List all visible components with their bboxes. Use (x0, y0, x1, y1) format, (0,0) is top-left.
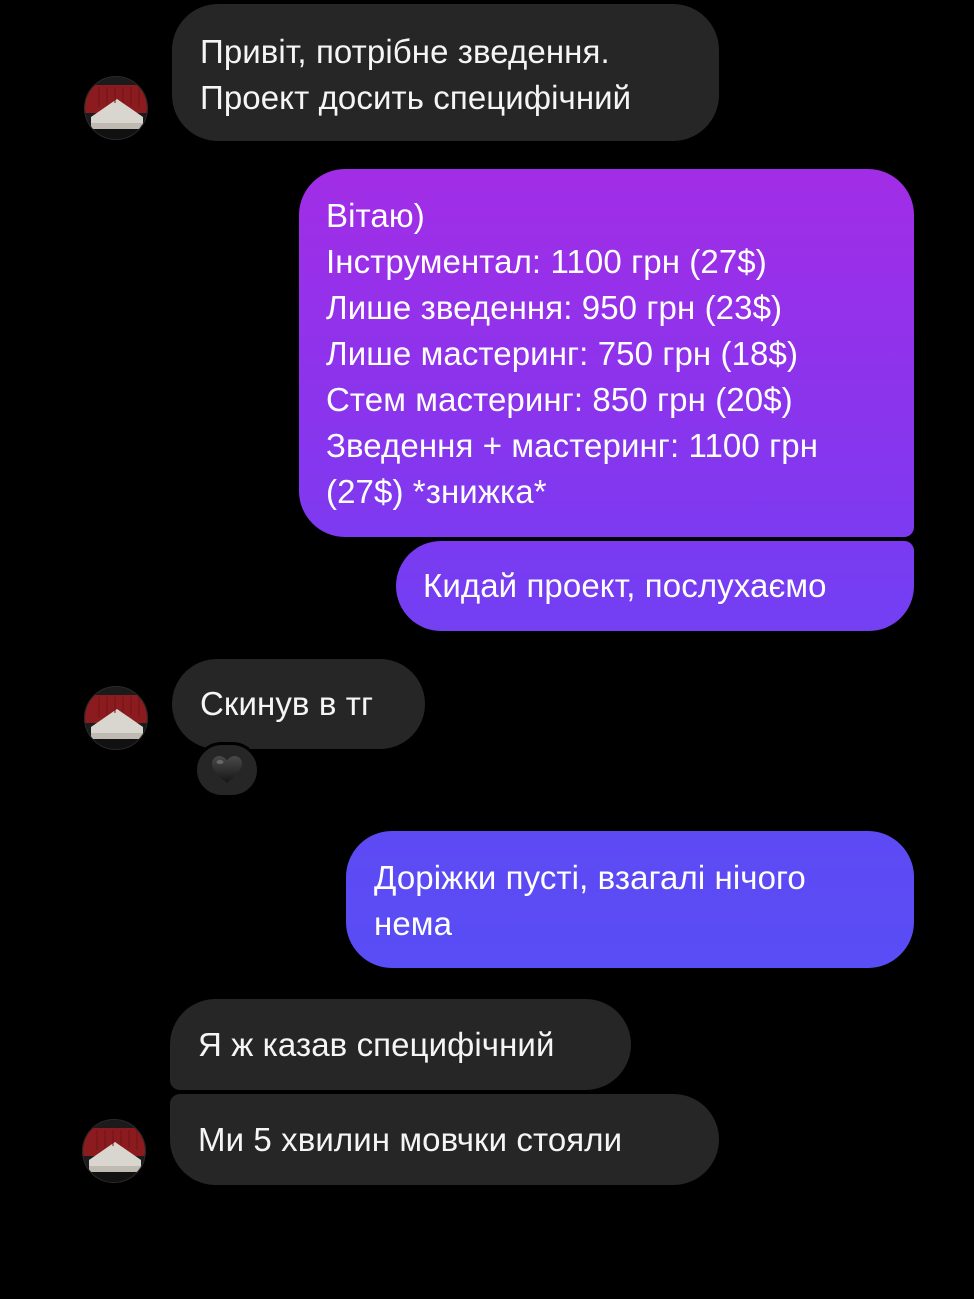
incoming-message-bubble[interactable]: Скинув в тг (172, 659, 425, 749)
incoming-message-bubble[interactable]: Ми 5 хвилин мовчки стояли (170, 1094, 719, 1185)
avatar-image (83, 1120, 145, 1182)
outgoing-message-bubble[interactable]: Вітаю) Інструментал: 1100 грн (27$) Лише… (299, 169, 914, 537)
outgoing-message-bubble[interactable]: Доріжки пусті, взагалі нічого нема (346, 831, 914, 968)
avatar-image (85, 687, 147, 749)
message-reaction[interactable] (194, 742, 260, 798)
contact-avatar[interactable] (84, 686, 148, 750)
incoming-message-bubble[interactable]: Привіт, потрібне зведення. Проект досить… (172, 4, 719, 141)
contact-avatar[interactable] (82, 1119, 146, 1183)
avatar-image (85, 77, 147, 139)
black-heart-icon (212, 756, 242, 783)
outgoing-message-bubble[interactable]: Кидай проект, послухаємо (396, 541, 914, 631)
chat-thread: Привіт, потрібне зведення. Проект досить… (0, 0, 974, 1299)
incoming-message-bubble[interactable]: Я ж казав специфічний (170, 999, 631, 1090)
contact-avatar[interactable] (84, 76, 148, 140)
